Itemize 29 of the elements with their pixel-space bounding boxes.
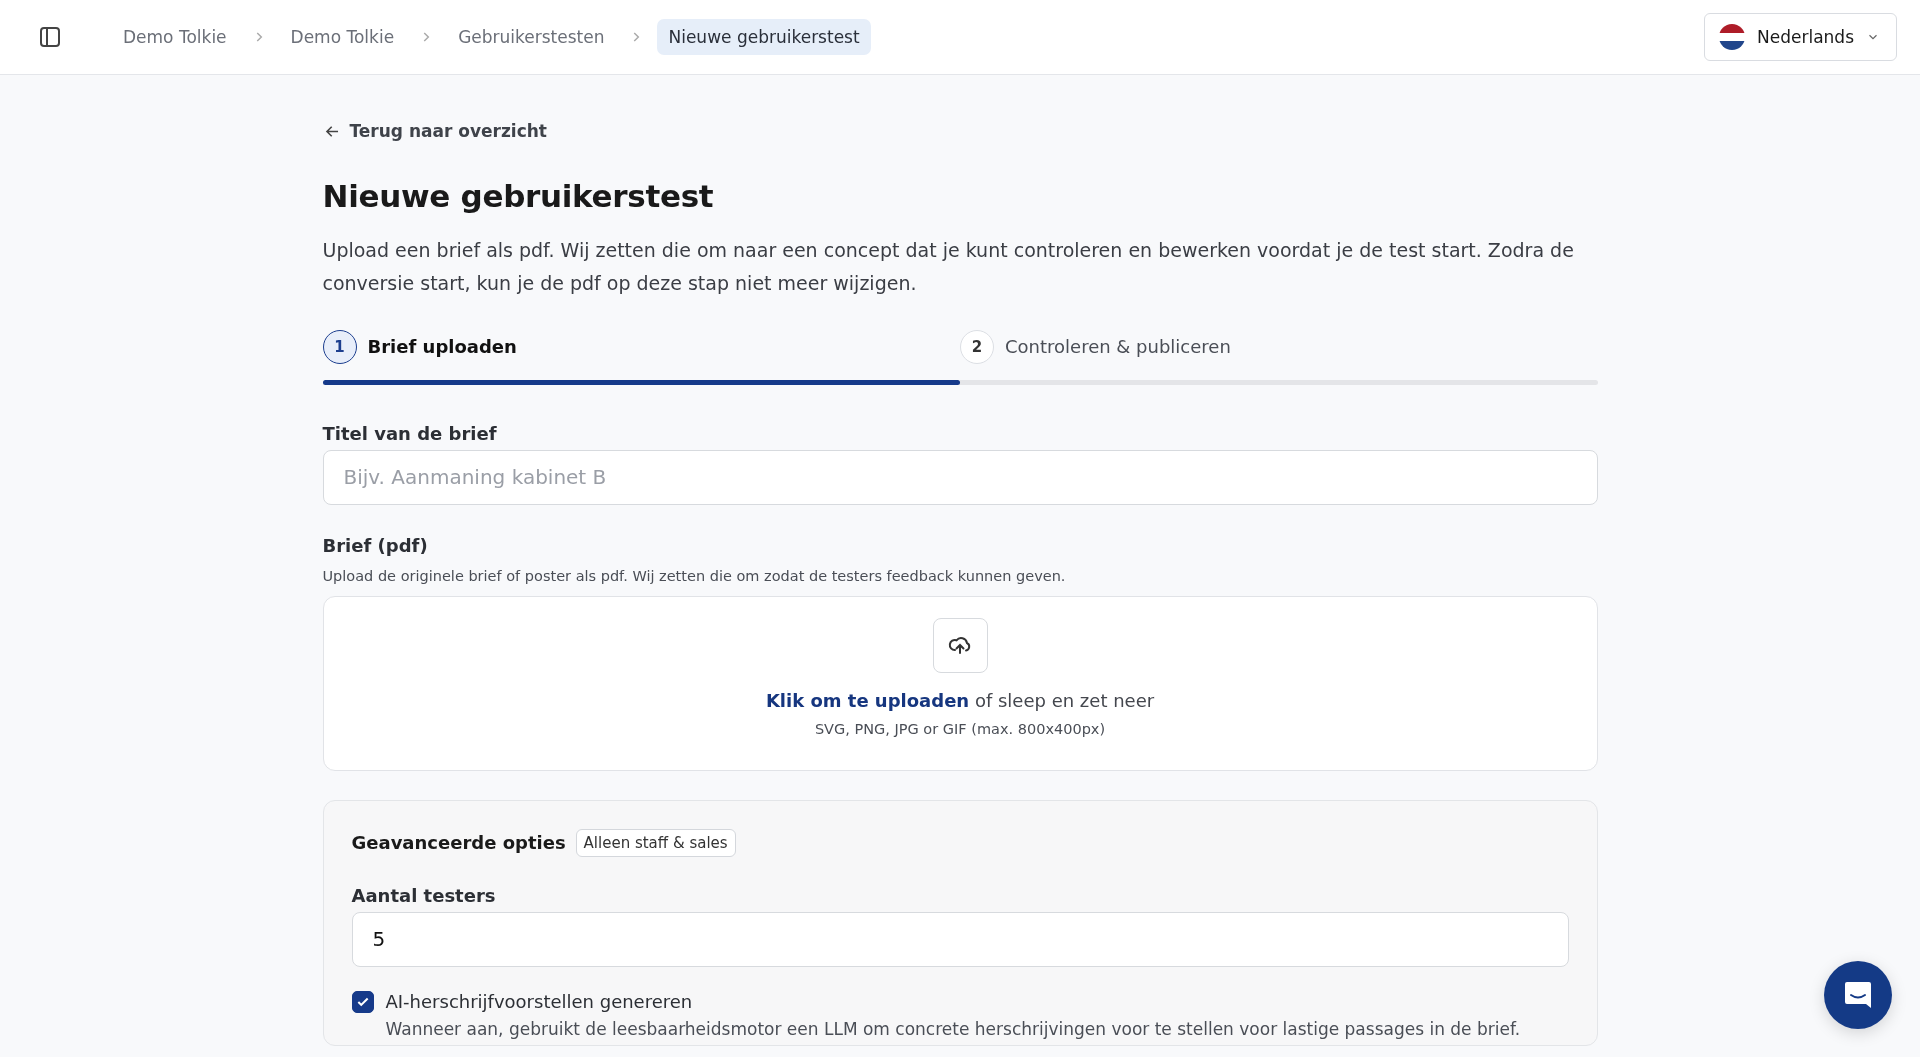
field-label: Titel van de brief	[322, 422, 498, 444]
chat-button[interactable]	[1824, 961, 1892, 1029]
intro-text: Upload een brief als pdf. Wij zetten die om naar een concept dat je kunt controleren en bewerken voordat je de test start. Zodra de conversie start, kun je de pdf op deze stap niet meer wijzigen.	[322, 237, 1575, 296]
breadcrumb-item[interactable]: Demo Tolkie	[112, 19, 238, 55]
step-tab[interactable]: 2 Controleren & publiceren	[960, 329, 1598, 364]
testers-input[interactable]: 5	[351, 911, 1569, 967]
upload-cloud-icon[interactable]	[932, 617, 988, 673]
option-description: Wanneer aan, gebruikt de leesbaarheidsmotor een LLM om concrete herschrijvingen voor te stellen voor lastige passages in de brief.	[385, 1018, 1522, 1039]
flag-icon	[1719, 24, 1745, 50]
checkbox[interactable]	[351, 990, 374, 1013]
breadcrumb-item[interactable]: Gebruikerstesten	[447, 19, 616, 55]
card-title: Geavanceerde opties	[351, 832, 566, 853]
upload-link[interactable]: Klik om te uploaden	[765, 689, 970, 711]
field-label: Aantal testers	[351, 884, 497, 906]
checkbox-label: AI-herschrijfvoorstellen genereren	[385, 991, 693, 1012]
chat-icon	[1842, 979, 1874, 1011]
language-select[interactable]: Nederlands	[1704, 13, 1897, 61]
access-badge: Alleen staff & sales	[575, 828, 736, 857]
upload-instruction: Klik om te uploaden of sleep en zet neer	[765, 689, 1155, 711]
page-title: Nieuwe gebruikerstest	[322, 177, 715, 214]
title-input[interactable]: Bijv. Aanmaning kabinet B	[322, 449, 1598, 505]
upload-dropzone[interactable]: Klik om te uploaden of sleep en zet neer SVG, PNG, JPG or GIF (max. 800x400px)	[322, 595, 1598, 771]
field-label: Brief (pdf)	[322, 534, 429, 556]
breadcrumb-item[interactable]: Nieuwe gebruikerstest	[657, 19, 871, 55]
breadcrumb-item[interactable]: Demo Tolkie	[279, 19, 406, 55]
help-text: Upload de originele brief of poster als pdf. Wij zetten die om zodat de testers feedback kunnen geven.	[322, 567, 1067, 584]
formats-text: SVG, PNG, JPG or GIF (max. 800x400px)	[814, 720, 1106, 737]
step-tab[interactable]: 1 Brief uploaden	[322, 329, 960, 364]
back-link[interactable]: Terug naar overzicht	[322, 121, 547, 141]
